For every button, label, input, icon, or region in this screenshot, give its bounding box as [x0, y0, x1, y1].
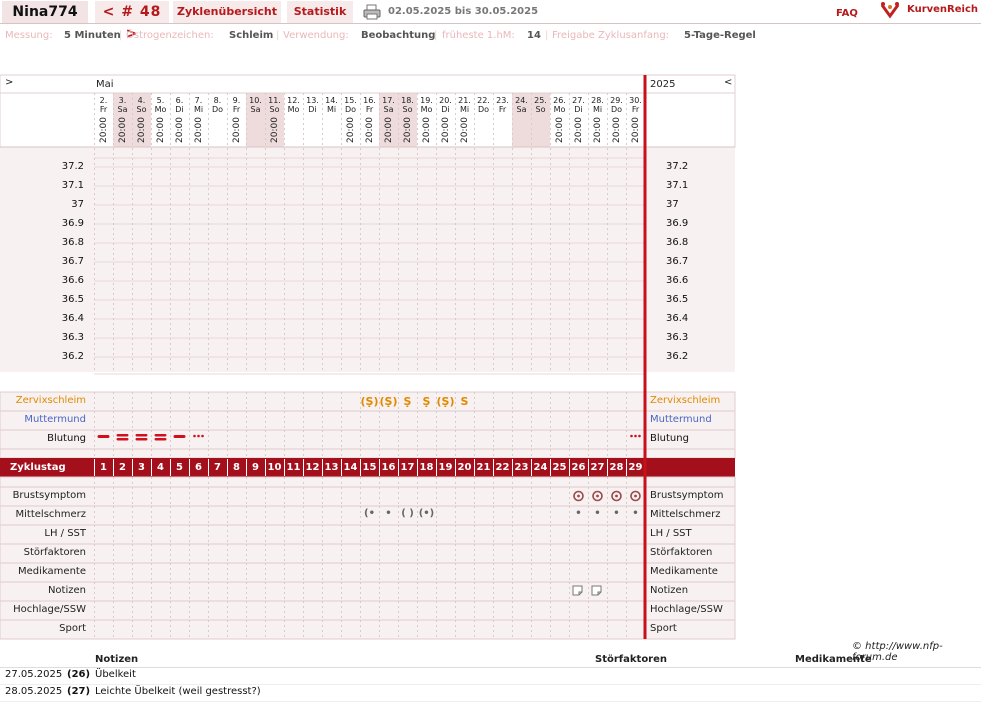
bleeding-strong-mark	[116, 438, 129, 441]
bleeding-strong-mark	[154, 434, 167, 437]
row-muttermund	[0, 410, 736, 431]
cycle-end-line	[643, 75, 647, 639]
row-notizen	[0, 581, 736, 602]
spotting-mark	[638, 434, 641, 438]
bleeding-light-mark	[173, 435, 186, 438]
note-icon[interactable]	[591, 585, 602, 596]
weekend-shade	[113, 93, 132, 147]
bleeding-strong-mark	[116, 434, 129, 437]
cycle-chart	[0, 74, 736, 640]
row-störfaktoren	[0, 543, 736, 564]
bleeding-strong-mark	[135, 438, 148, 441]
spacer-row	[0, 476, 736, 488]
next-cycle-button[interactable]: <	[724, 77, 732, 88]
row-hochlage/ssw	[0, 600, 736, 621]
header-area	[0, 74, 736, 148]
bleeding-strong-mark	[154, 438, 167, 441]
row-brustsymptom	[0, 486, 736, 507]
weekend-shade	[379, 93, 398, 147]
row-sport	[0, 619, 736, 640]
weekend-shade	[246, 93, 265, 147]
weekend-shade	[512, 93, 531, 147]
weekend-shade	[531, 93, 550, 147]
spotting-mark	[201, 434, 204, 438]
spotting-mark	[634, 434, 637, 438]
spacer-row	[0, 448, 736, 459]
spotting-mark	[197, 434, 200, 438]
bleeding-light-mark	[97, 435, 110, 438]
row-lh / sst	[0, 524, 736, 545]
row-mittelschmerz	[0, 505, 736, 526]
row-blutung	[0, 429, 736, 450]
spotting-mark	[630, 434, 633, 438]
weekend-shade	[398, 93, 417, 147]
row-zervixschleim	[0, 391, 736, 412]
spotting-mark	[193, 434, 196, 438]
weekend-shade	[265, 93, 284, 147]
cycle-day-bar	[0, 458, 735, 477]
row-medikamente	[0, 562, 736, 583]
note-icon[interactable]	[572, 585, 583, 596]
weekend-shade	[132, 93, 151, 147]
prev-cycle-button[interactable]: >	[5, 77, 13, 88]
bleeding-strong-mark	[135, 434, 148, 437]
